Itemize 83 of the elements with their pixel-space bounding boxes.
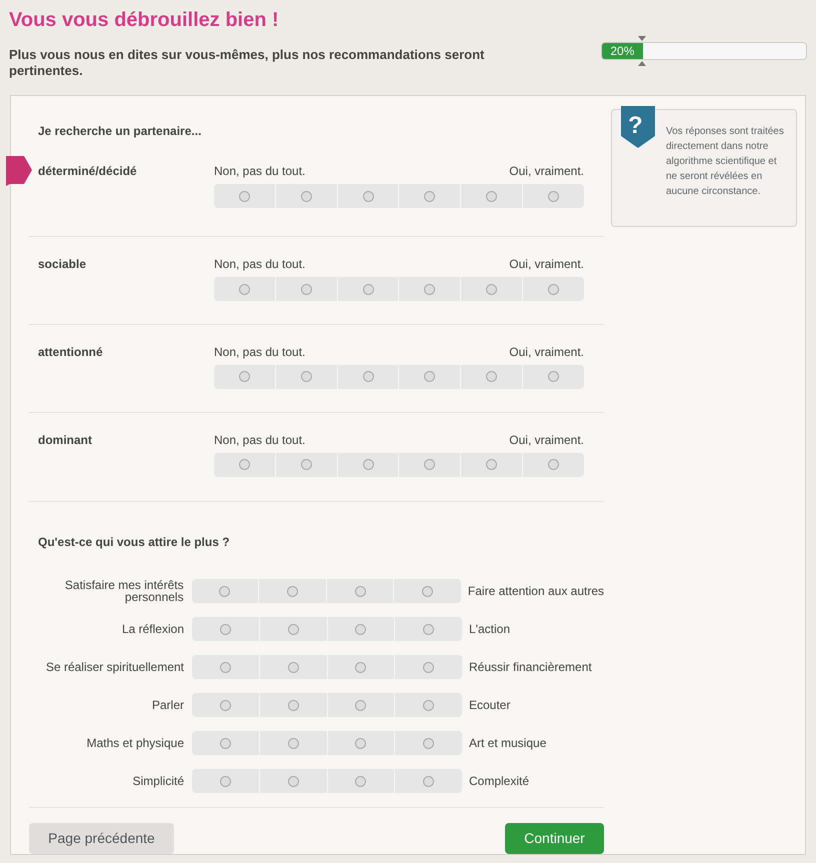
radio-button[interactable]	[548, 284, 560, 295]
scale-low-label: Non, pas du tout.	[214, 432, 306, 448]
radio-button[interactable]	[424, 284, 436, 295]
right-option-label: Réussir financièrement	[468, 659, 592, 676]
left-option-label: Simplicité	[132, 775, 185, 787]
scale-low-label: Non, pas du tout.	[214, 256, 306, 274]
right-option-label: L'action	[468, 621, 510, 638]
radio-button[interactable]	[354, 586, 366, 596]
radio-button[interactable]	[288, 662, 299, 672]
right-option-label: Ecouter	[468, 697, 510, 714]
right-option-label: Art et musique	[468, 735, 546, 752]
previous-page-button[interactable]: Page précédente	[29, 823, 174, 854]
radio-button[interactable]	[424, 190, 436, 202]
radio-button[interactable]	[423, 776, 434, 786]
radio-button[interactable]	[300, 371, 312, 382]
radio-button[interactable]	[548, 459, 560, 470]
radio-button[interactable]	[486, 371, 498, 382]
scale-low-label: Non, pas du tout.	[214, 163, 306, 180]
trait-name: dominant	[38, 432, 93, 448]
right-option-label: Complexité	[468, 773, 530, 790]
radio-button[interactable]	[220, 624, 231, 634]
page-title: Vous vous débrouillez bien !	[9, 8, 280, 33]
radio-button[interactable]	[355, 624, 366, 634]
radio-button[interactable]	[286, 586, 298, 596]
trait-name: sociable	[38, 256, 88, 274]
radio-button[interactable]	[300, 459, 312, 470]
left-option-label: Parler	[150, 699, 185, 711]
radio-button[interactable]	[424, 459, 436, 470]
marker-icon	[638, 36, 646, 66]
question-mark: ?	[628, 111, 643, 141]
radio-button[interactable]	[288, 776, 299, 786]
radio-button[interactable]	[486, 190, 498, 202]
radio-button[interactable]	[300, 190, 312, 202]
radio-button[interactable]	[238, 190, 250, 202]
radio-button[interactable]	[355, 662, 366, 672]
section-heading: Qu'est-ce qui vous attire le plus ?	[38, 534, 231, 551]
radio-button[interactable]	[355, 700, 366, 710]
radio-button[interactable]	[220, 662, 231, 672]
radio-button[interactable]	[288, 738, 299, 748]
progress-label: 20%	[610, 43, 634, 59]
continue-button[interactable]: Continuer	[505, 823, 604, 854]
left-option-label: Maths et physique	[86, 737, 185, 749]
radio-button[interactable]	[288, 624, 299, 634]
radio-button[interactable]	[423, 700, 434, 710]
left-option-label: La réflexion	[120, 623, 185, 635]
help-badge	[621, 106, 655, 148]
scale-low-label: Non, pas du tout.	[214, 344, 306, 361]
radio-button[interactable]	[422, 586, 434, 596]
radio-button[interactable]	[362, 459, 374, 470]
radio-button[interactable]	[486, 284, 498, 295]
radio-button[interactable]	[548, 371, 560, 382]
radio-button[interactable]	[548, 190, 560, 202]
radio-button[interactable]	[355, 738, 366, 748]
radio-button[interactable]	[423, 662, 434, 672]
radio-button[interactable]	[486, 459, 498, 470]
radio-button[interactable]	[423, 738, 434, 748]
radio-button[interactable]	[238, 371, 250, 382]
help-text: Vos réponses sont traitées directement dans notre algorithme scientifique et ne seront révélées en aucune circonstance.	[666, 125, 784, 199]
scale-high-label: Oui, vraiment.	[509, 344, 584, 361]
right-option-label: Faire attention aux autres	[466, 583, 604, 600]
radio-button[interactable]	[288, 700, 299, 710]
scale-high-label: Oui, vraiment.	[509, 256, 584, 274]
radio-button[interactable]	[362, 190, 374, 202]
radio-button[interactable]	[238, 459, 250, 470]
radio-button[interactable]	[362, 284, 374, 295]
trait-name: attentionné	[38, 344, 104, 361]
radio-button[interactable]	[219, 586, 230, 596]
left-option-label: Satisfaire mes intérêts personnels	[64, 579, 185, 603]
radio-button[interactable]	[362, 371, 374, 382]
left-option-label: Se réaliser spirituellement	[44, 661, 185, 673]
radio-button[interactable]	[355, 776, 366, 786]
radio-button[interactable]	[238, 284, 250, 295]
radio-button[interactable]	[220, 738, 231, 748]
radio-button[interactable]	[424, 371, 436, 382]
radio-button[interactable]	[220, 776, 231, 786]
scale-high-label: Oui, vraiment.	[509, 163, 584, 180]
section-heading: Je recherche un partenaire...	[38, 123, 202, 140]
trait-name: déterminé/décidé	[38, 163, 138, 180]
radio-button[interactable]	[300, 284, 312, 295]
intro-text: Plus vous nous en dites sur vous-mêmes, plus nos recommandations seront pertinentes.	[9, 47, 486, 79]
radio-button[interactable]	[220, 700, 231, 710]
radio-button[interactable]	[423, 624, 434, 634]
scale-high-label: Oui, vraiment.	[509, 432, 584, 448]
